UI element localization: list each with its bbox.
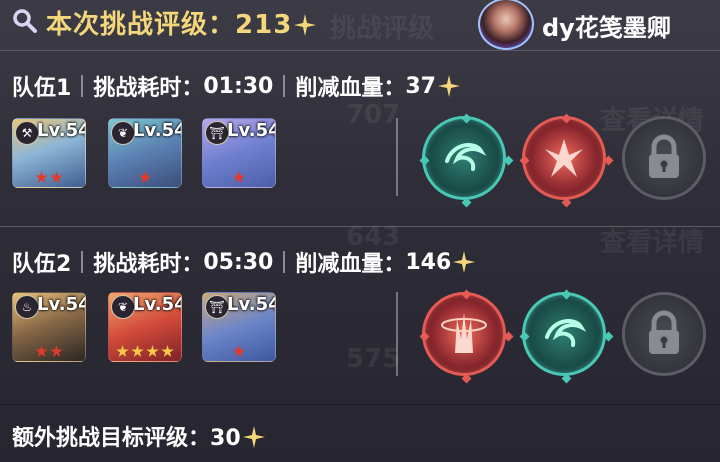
orb-marker bbox=[503, 331, 514, 342]
locked-skill-slot[interactable] bbox=[622, 292, 706, 376]
hero-card[interactable]: ❦ Lv.54 bbox=[108, 118, 182, 188]
star-icon bbox=[50, 345, 63, 357]
skill-orb[interactable] bbox=[519, 289, 614, 384]
sparkle-icon bbox=[438, 75, 460, 97]
orb-marker bbox=[561, 197, 572, 208]
shrine-icon: ⛩ bbox=[205, 295, 229, 319]
team-name: 队伍2 bbox=[12, 252, 72, 277]
hero-stars bbox=[109, 343, 181, 359]
separator bbox=[283, 75, 286, 97]
hero-level: Lv.54 bbox=[227, 120, 276, 141]
team-2-header: 队伍2 挑战耗时： 05:30 削减血量： 146 bbox=[12, 246, 476, 278]
damage-value: 146 bbox=[405, 249, 452, 275]
page-title: 本次挑战评级：213 bbox=[46, 4, 317, 41]
hero-stars bbox=[203, 343, 275, 359]
hero-level: Lv.54 bbox=[133, 120, 182, 141]
shrine-icon: ⛩ bbox=[205, 121, 229, 145]
hero-stars bbox=[203, 169, 275, 185]
extra-goal: 额外挑战目标评级：30 bbox=[12, 420, 265, 452]
locked-skill-slot[interactable] bbox=[622, 116, 706, 200]
background-text: 707 bbox=[346, 100, 401, 130]
hero-stars bbox=[109, 169, 181, 185]
extra-goal-label: 额外挑战目标评级： bbox=[12, 426, 211, 451]
orb-marker bbox=[503, 155, 514, 166]
axe-icon: ⚒ bbox=[15, 121, 39, 145]
hero-level: Lv.54 bbox=[227, 294, 276, 315]
star-icon bbox=[161, 345, 174, 357]
hero-stars bbox=[13, 169, 85, 185]
header: 本次挑战评级：213 dy花笺墨卿 bbox=[0, 0, 720, 50]
orb-marker bbox=[461, 197, 472, 208]
search-icon[interactable] bbox=[12, 8, 38, 34]
sparkle-icon bbox=[242, 426, 265, 448]
avatar[interactable] bbox=[478, 0, 534, 50]
sprout-icon: ❦ bbox=[111, 295, 135, 319]
hero-card[interactable]: ⛩ Lv.54 bbox=[202, 292, 276, 362]
hero-card[interactable]: ❦ Lv.54 bbox=[108, 292, 182, 362]
vertical-divider bbox=[396, 118, 398, 196]
star-icon bbox=[146, 345, 159, 357]
star-icon bbox=[232, 345, 246, 357]
team-name: 队伍1 bbox=[12, 76, 72, 101]
vertical-divider bbox=[396, 292, 398, 376]
star-icon bbox=[35, 171, 48, 183]
divider bbox=[0, 50, 720, 51]
orb-marker bbox=[603, 155, 614, 166]
hero-level: Lv.54 bbox=[37, 294, 86, 315]
sparkle-icon bbox=[453, 251, 476, 273]
damage-value: 37 bbox=[405, 73, 436, 99]
skill-orb[interactable] bbox=[419, 289, 514, 384]
rating-value: 213 bbox=[235, 10, 293, 40]
orb-marker bbox=[603, 331, 614, 342]
separator bbox=[81, 75, 84, 97]
background-text: 查看详情 bbox=[600, 228, 705, 258]
star-icon bbox=[116, 345, 129, 357]
skill-orb[interactable] bbox=[519, 113, 614, 208]
separator bbox=[81, 251, 84, 273]
skill-orb[interactable] bbox=[419, 113, 514, 208]
flame-icon: ♨ bbox=[15, 295, 39, 319]
username: dy花笺墨卿 bbox=[542, 14, 671, 42]
hero-card[interactable]: ♨ Lv.54 bbox=[12, 292, 86, 362]
time-value: 01:30 bbox=[203, 73, 274, 99]
divider bbox=[0, 226, 720, 227]
time-value: 05:30 bbox=[203, 249, 274, 275]
sparkle-icon bbox=[294, 14, 317, 36]
orb-marker bbox=[461, 373, 472, 384]
sprout-icon: ❦ bbox=[111, 121, 135, 145]
hero-level: Lv.54 bbox=[37, 120, 86, 141]
background-text: 575 bbox=[346, 344, 401, 374]
hero-card[interactable]: ⚒ Lv.54 bbox=[12, 118, 86, 188]
extra-goal-value: 30 bbox=[210, 426, 241, 451]
time-label: 挑战耗时： bbox=[93, 76, 204, 101]
orb-marker bbox=[561, 373, 572, 384]
time-label: 挑战耗时： bbox=[93, 252, 204, 277]
separator bbox=[283, 251, 286, 273]
hero-stars bbox=[13, 343, 85, 359]
damage-label: 削减血量： bbox=[295, 252, 406, 277]
star-icon bbox=[138, 171, 152, 183]
star-icon bbox=[50, 171, 63, 183]
star-icon bbox=[131, 345, 144, 357]
rating-label: 本次挑战评级： bbox=[46, 10, 236, 40]
hero-card[interactable]: ⛩ Lv.54 bbox=[202, 118, 276, 188]
team-1-header: 队伍1 挑战耗时： 01:30 削减血量： 37 bbox=[12, 70, 460, 102]
damage-label: 削减血量： bbox=[295, 76, 406, 101]
hero-level: Lv.54 bbox=[133, 294, 182, 315]
star-icon bbox=[35, 345, 48, 357]
divider bbox=[0, 404, 720, 405]
star-icon bbox=[232, 171, 246, 183]
